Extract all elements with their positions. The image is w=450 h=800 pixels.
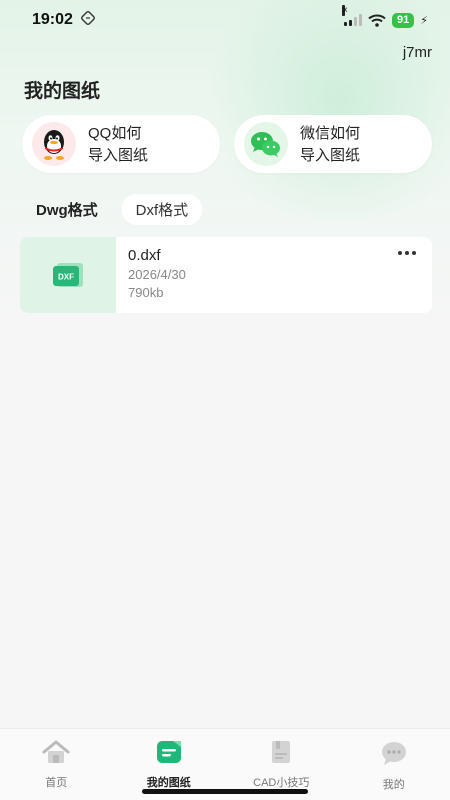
format-tabs: Dwg格式 Dxf格式 <box>22 194 203 225</box>
nav-profile[interactable]: 我的 <box>344 739 444 792</box>
wechat-icon <box>244 122 288 166</box>
qq-guide-line1: QQ如何 <box>88 124 142 142</box>
wechat-import-guide-card[interactable]: 微信如何 导入图纸 <box>234 115 432 173</box>
tips-icon <box>268 739 294 770</box>
home-indicator[interactable] <box>142 789 308 794</box>
dxf-thumb-label: DXF <box>58 273 74 282</box>
nav-my-drawings[interactable]: 我的图纸 <box>119 739 219 790</box>
file-list-item[interactable]: DXF 0.dxf 2026/4/30 790kb <box>20 237 432 313</box>
home-icon <box>40 739 72 770</box>
profile-icon <box>379 739 409 772</box>
user-name[interactable]: j7mr <box>403 44 432 61</box>
battery-indicator: 91 <box>392 12 415 28</box>
cellular-signal-icon: × <box>342 5 363 26</box>
charging-icon: ⚡ <box>420 14 428 27</box>
nav-profile-label: 我的 <box>382 779 405 791</box>
page-title: 我的图纸 <box>24 81 101 102</box>
nav-my-drawings-label: 我的图纸 <box>146 777 191 789</box>
nav-home-label: 首页 <box>45 777 68 789</box>
file-size: 790kb <box>128 285 164 300</box>
wifi-icon <box>368 14 386 27</box>
tab-dxf[interactable]: Dxf格式 <box>121 194 203 225</box>
status-bar: 19:02 × 91 ⚡ <box>0 0 450 40</box>
file-date: 2026/4/30 <box>128 267 186 282</box>
wechat-guide-line2: 导入图纸 <box>300 146 361 164</box>
no-signal-mark: × <box>342 5 348 16</box>
status-time: 19:02 <box>32 11 73 28</box>
drawings-icon <box>155 739 183 770</box>
tab-dwg[interactable]: Dwg格式 <box>22 194 112 225</box>
dxf-file-icon: DXF <box>20 237 116 313</box>
qq-import-guide-card[interactable]: QQ如何 导入图纸 <box>22 115 220 173</box>
wechat-guide-line1: 微信如何 <box>300 124 361 142</box>
nav-cad-tips[interactable]: CAD小技巧 <box>231 739 331 790</box>
qq-icon <box>32 122 76 166</box>
nav-cad-tips-label: CAD小技巧 <box>253 777 310 789</box>
nfc-icon <box>80 10 95 30</box>
file-name: 0.dxf <box>128 247 161 264</box>
qq-guide-line2: 导入图纸 <box>88 146 149 164</box>
nav-home[interactable]: 首页 <box>6 739 106 790</box>
more-options-icon[interactable] <box>398 251 416 255</box>
